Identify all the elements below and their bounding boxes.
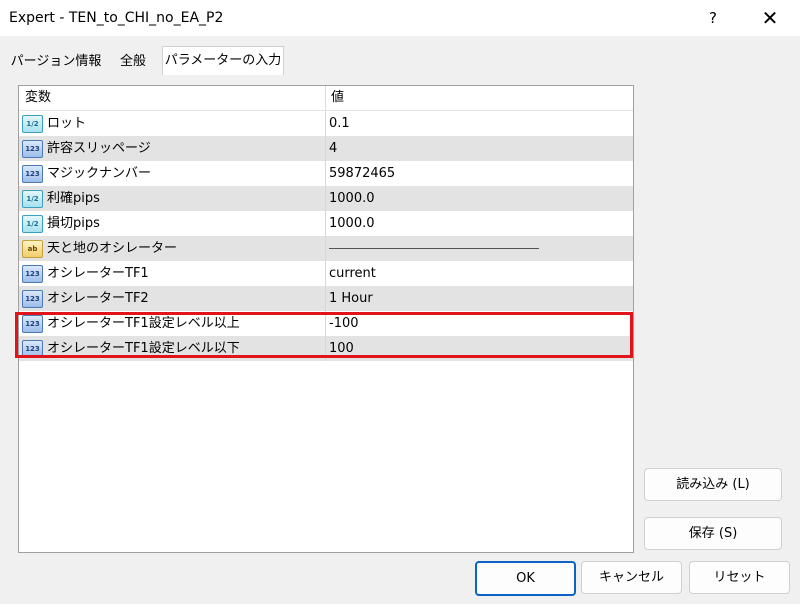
param-row-oscillator-separator[interactable]: ab 天と地のオシレーター bbox=[19, 236, 633, 262]
double-type-icon: 1/2 bbox=[22, 215, 43, 233]
highlight-box bbox=[15, 312, 633, 358]
close-button[interactable]: ✕ bbox=[757, 6, 783, 30]
param-row-oscillator-tf1[interactable]: 123 オシレーターTF1 current bbox=[19, 261, 633, 287]
tab-version-info[interactable]: パージョン情報 bbox=[7, 50, 105, 74]
param-value[interactable]: 0.1 bbox=[329, 111, 350, 136]
param-name: ロット bbox=[47, 116, 87, 131]
column-divider bbox=[325, 186, 326, 211]
param-row-take-profit[interactable]: 1/2 利確pips 1000.0 bbox=[19, 186, 633, 212]
double-type-icon: 1/2 bbox=[22, 115, 43, 133]
param-value[interactable]: 59872465 bbox=[329, 161, 395, 186]
param-name: マジックナンバー bbox=[47, 166, 152, 181]
integer-type-icon: 123 bbox=[22, 290, 43, 308]
help-button[interactable]: ? bbox=[700, 6, 726, 30]
param-value[interactable]: 1000.0 bbox=[329, 186, 375, 211]
reset-button[interactable]: リセット bbox=[689, 561, 790, 594]
param-value[interactable]: 1000.0 bbox=[329, 211, 375, 236]
param-name: オシレーターTF2 bbox=[47, 291, 149, 306]
column-divider bbox=[325, 236, 326, 261]
tab-general[interactable]: 全般 bbox=[107, 50, 159, 74]
header-value[interactable]: 値 bbox=[331, 86, 344, 110]
param-name: オシレーターTF1 bbox=[47, 266, 149, 281]
save-button[interactable]: 保存 (S) bbox=[644, 517, 782, 550]
param-name: 許容スリッページ bbox=[47, 141, 151, 156]
tab-strip: パージョン情報 全般 パラメーターの入力 bbox=[0, 46, 800, 76]
title-bar: Expert - TEN_to_CHI_no_EA_P2 ? ✕ bbox=[0, 0, 800, 36]
column-divider bbox=[325, 286, 326, 311]
param-row-oscillator-tf2[interactable]: 123 オシレーターTF2 1 Hour bbox=[19, 286, 633, 312]
integer-type-icon: 123 bbox=[22, 165, 43, 183]
load-button[interactable]: 読み込み (L) bbox=[644, 468, 782, 501]
column-divider bbox=[325, 111, 326, 136]
param-row-magic[interactable]: 123 マジックナンバー 59872465 bbox=[19, 161, 633, 187]
column-divider bbox=[325, 136, 326, 161]
header-divider bbox=[325, 86, 326, 110]
param-row-slippage[interactable]: 123 許容スリッページ 4 bbox=[19, 136, 633, 162]
param-row-stop-loss[interactable]: 1/2 損切pips 1000.0 bbox=[19, 211, 633, 237]
param-value[interactable]: current bbox=[329, 261, 376, 286]
param-value[interactable]: 1 Hour bbox=[329, 286, 373, 311]
double-type-icon: 1/2 bbox=[22, 190, 43, 208]
param-name: 利確pips bbox=[47, 191, 100, 206]
column-divider bbox=[325, 161, 326, 186]
string-type-icon: ab bbox=[22, 240, 43, 258]
column-divider bbox=[325, 211, 326, 236]
separator-line-value[interactable] bbox=[329, 248, 539, 249]
grid-header: 変数 値 bbox=[19, 86, 633, 111]
cancel-button[interactable]: キャンセル bbox=[581, 561, 682, 594]
integer-type-icon: 123 bbox=[22, 265, 43, 283]
param-value[interactable]: 4 bbox=[329, 136, 337, 161]
param-name: 損切pips bbox=[47, 216, 100, 231]
param-row-lot[interactable]: 1/2 ロット 0.1 bbox=[19, 111, 633, 137]
integer-type-icon: 123 bbox=[22, 140, 43, 158]
column-divider bbox=[325, 261, 326, 286]
param-name: 天と地のオシレーター bbox=[47, 241, 178, 256]
ok-button[interactable]: OK bbox=[475, 561, 576, 596]
tab-parameters[interactable]: パラメーターの入力 bbox=[162, 46, 284, 75]
header-variable[interactable]: 変数 bbox=[25, 86, 51, 110]
window-title: Expert - TEN_to_CHI_no_EA_P2 bbox=[9, 10, 224, 26]
